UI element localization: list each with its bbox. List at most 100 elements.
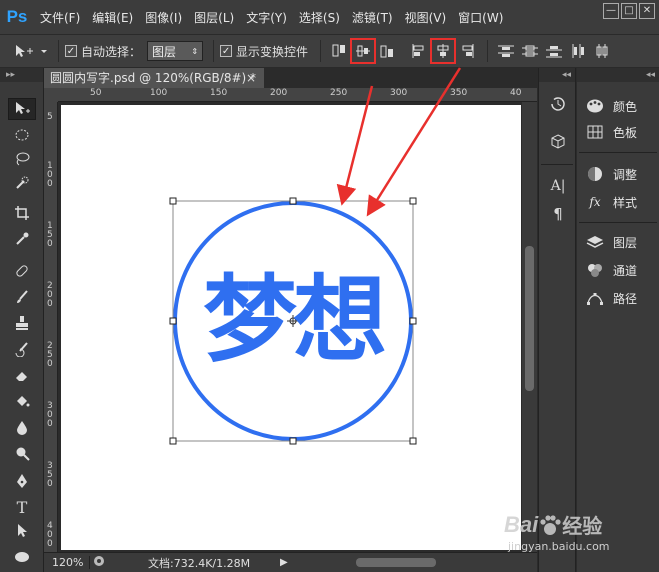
vertical-scroll-thumb[interactable] [525, 246, 534, 391]
menu-image[interactable]: 图像(I) [139, 9, 188, 26]
auto-select-target-dropdown[interactable]: 图层 ⇕ [147, 41, 204, 61]
layers-icon [585, 232, 605, 252]
menu-file[interactable]: 文件(F) [34, 9, 86, 26]
maximize-button[interactable]: □ [621, 3, 637, 19]
menu-type[interactable]: 文字(Y) [240, 9, 293, 26]
collapsed-panel-dock: ◂◂ A| ¶ [538, 68, 576, 572]
status-menu-icon[interactable] [90, 555, 108, 570]
align-left-edges-icon[interactable] [408, 40, 430, 62]
menu-layer[interactable]: 图层(L) [188, 9, 240, 26]
paths-panel-tab[interactable]: 路径 [585, 288, 637, 308]
menu-filter[interactable]: 滤镜(T) [346, 9, 399, 26]
align-bottom-edges-icon[interactable] [376, 40, 398, 62]
shape-tool-icon[interactable] [8, 546, 36, 568]
tab-close-icon[interactable]: × [246, 68, 256, 88]
menu-bar: Ps 文件(F) 编辑(E) 图像(I) 图层(L) 文字(Y) 选择(S) 滤… [0, 0, 659, 34]
panel-dock-collapse-icon[interactable]: ◂◂ [577, 68, 659, 82]
ruler-origin[interactable] [44, 88, 58, 102]
distribute-horizontal-centers-icon[interactable] [591, 40, 613, 62]
channels-panel-label: 通道 [613, 263, 638, 278]
distribute-left-icon[interactable] [567, 40, 589, 62]
tools-panel: ▸▸ T [0, 68, 44, 572]
baidu-watermark: Bai 经验 jingyan.baidu.com [500, 510, 650, 560]
distribute-bottom-icon[interactable] [543, 40, 565, 62]
distribute-vertical-centers-icon[interactable] [519, 40, 541, 62]
window-controls: — □ ✕ [603, 3, 655, 19]
transform-handle [289, 197, 297, 205]
color-panel-tab[interactable]: 颜色 [585, 96, 637, 116]
move-tool-preset-icon[interactable] [11, 40, 51, 62]
channels-panel-tab[interactable]: 通道 [585, 260, 637, 280]
styles-panel-tab[interactable]: fx 样式 [585, 192, 637, 212]
ruler-v-label: 3 5 0 [47, 461, 53, 489]
align-vertical-centers-icon[interactable] [430, 38, 457, 64]
align-top-edges-icon[interactable] [328, 40, 350, 62]
marquee-tool-icon[interactable] [8, 124, 36, 146]
crop-tool-icon[interactable] [8, 202, 36, 224]
channels-icon [585, 260, 605, 280]
path-selection-tool-icon[interactable] [8, 520, 36, 542]
document-window: 圆圆内写字.psd @ 120%(RGB/8#) * × 50 100 150 … [44, 68, 537, 572]
transform-handle [169, 317, 177, 325]
canvas-text[interactable]: 梦想 [189, 271, 397, 371]
history-panel-icon[interactable] [548, 94, 568, 114]
canvas[interactable]: 梦想 [61, 105, 521, 550]
pen-tool-icon[interactable] [8, 470, 36, 492]
transform-handle [409, 437, 417, 445]
paragraph-panel-icon[interactable]: ¶ [548, 204, 568, 224]
quick-selection-tool-icon[interactable] [8, 172, 36, 194]
paths-panel-label: 路径 [613, 291, 638, 306]
history-brush-tool-icon[interactable] [8, 338, 36, 360]
close-button[interactable]: ✕ [639, 3, 655, 19]
show-transform-checkbox[interactable]: ✓ [220, 45, 233, 57]
align-horizontal-centers-icon[interactable] [350, 38, 377, 64]
auto-select-target-value: 图层 [152, 44, 177, 59]
auto-select-checkbox[interactable]: ✓ [65, 45, 77, 57]
type-tool-icon[interactable]: T [8, 496, 36, 518]
layers-panel-label: 图层 [613, 235, 638, 250]
character-panel-icon[interactable]: A| [548, 176, 568, 196]
tools-collapse-icon[interactable]: ▸▸ [0, 68, 43, 82]
eraser-tool-icon[interactable] [8, 364, 36, 386]
blur-tool-icon[interactable] [8, 416, 36, 438]
ruler-h-label: 50 [90, 88, 102, 98]
swatches-panel-tab[interactable]: 色板 [585, 122, 637, 142]
transform-handle [289, 437, 297, 445]
horizontal-scroll-thumb[interactable] [356, 558, 436, 567]
vertical-scrollbar[interactable] [522, 102, 537, 552]
adjustments-panel-tab[interactable]: 调整 [585, 164, 637, 184]
3d-panel-icon[interactable] [548, 132, 568, 152]
dock-collapse-icon[interactable]: ◂◂ [539, 68, 575, 82]
panel-dock: ◂◂ 颜色 色板 调整 fx 样式 图层 通道 路径 [577, 68, 659, 572]
paint-bucket-tool-icon[interactable] [8, 390, 36, 412]
options-bar: ✓ 自动选择： 图层 ⇕ ✓ 显示变换控件 [0, 34, 659, 68]
lasso-tool-icon[interactable] [8, 148, 36, 170]
minimize-button[interactable]: — [603, 3, 619, 19]
transform-handle [169, 437, 177, 445]
transform-handle [169, 197, 177, 205]
zoom-level[interactable]: 120% [44, 556, 90, 569]
ruler-v-label: 2 0 0 [47, 281, 53, 309]
show-transform-label: 显示变换控件 [236, 44, 309, 59]
layers-panel-tab[interactable]: 图层 [585, 232, 637, 252]
clone-stamp-tool-icon[interactable] [8, 312, 36, 334]
healing-brush-tool-icon[interactable] [8, 260, 36, 282]
dodge-tool-icon[interactable] [8, 442, 36, 464]
brush-tool-icon[interactable] [8, 286, 36, 308]
paw-icon [538, 514, 562, 536]
transform-handle [409, 197, 417, 205]
move-tool-icon[interactable] [8, 98, 36, 120]
distribute-top-icon[interactable] [495, 40, 517, 62]
document-tab[interactable]: 圆圆内写字.psd @ 120%(RGB/8#) * × [44, 68, 264, 88]
status-bar: 120% 文档:732.4K/1.28M ▶ [44, 552, 537, 572]
align-right-edges-icon[interactable] [456, 40, 478, 62]
eyedropper-tool-icon[interactable] [8, 228, 36, 250]
document-tab-title: 圆圆内写字.psd @ 120%(RGB/8#) * [50, 71, 257, 85]
menu-edit[interactable]: 编辑(E) [86, 9, 139, 26]
ruler-v-label: 2 5 0 [47, 341, 53, 369]
ruler-v-label: 5 [47, 112, 53, 122]
menu-view[interactable]: 视图(V) [399, 9, 453, 26]
menu-select[interactable]: 选择(S) [293, 9, 346, 26]
menu-window[interactable]: 窗口(W) [452, 9, 509, 26]
status-expand-icon[interactable]: ▶ [280, 557, 288, 568]
